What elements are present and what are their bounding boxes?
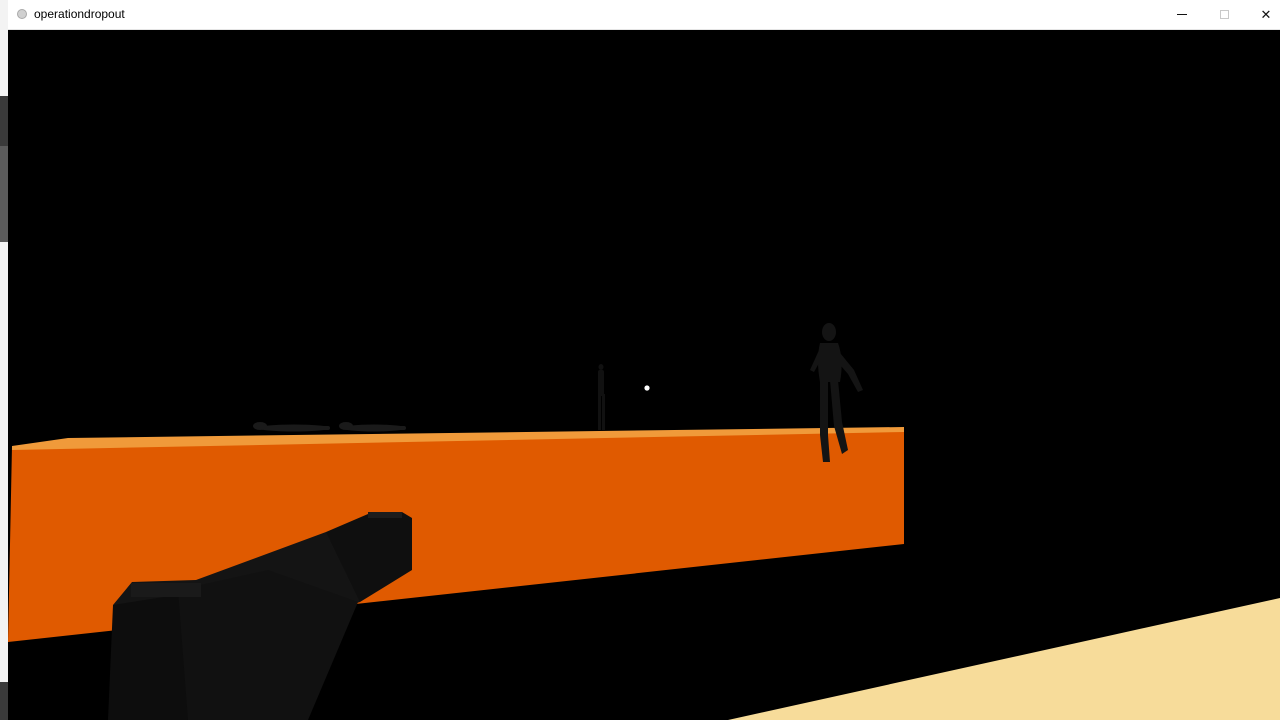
scene-canvas [8,30,1280,720]
game-viewport[interactable] [8,30,1280,720]
title-bar[interactable]: operationdropout ✕ [8,0,1280,30]
close-icon: ✕ [1260,6,1272,22]
desktop-edge-segment [0,96,8,146]
close-button[interactable]: ✕ [1244,0,1280,29]
desktop-edge [0,0,8,720]
maximize-button[interactable] [1202,0,1246,29]
desktop-edge-segment [0,682,8,720]
minimize-button[interactable] [1160,0,1204,29]
maximize-icon [1219,10,1229,19]
desktop-edge-segment [0,146,8,242]
game-window: operationdropout ✕ [8,0,1280,720]
window-title: operationdropout [34,7,125,21]
app-icon [17,9,27,19]
crosshair [644,385,650,391]
minimize-icon [1177,14,1187,15]
